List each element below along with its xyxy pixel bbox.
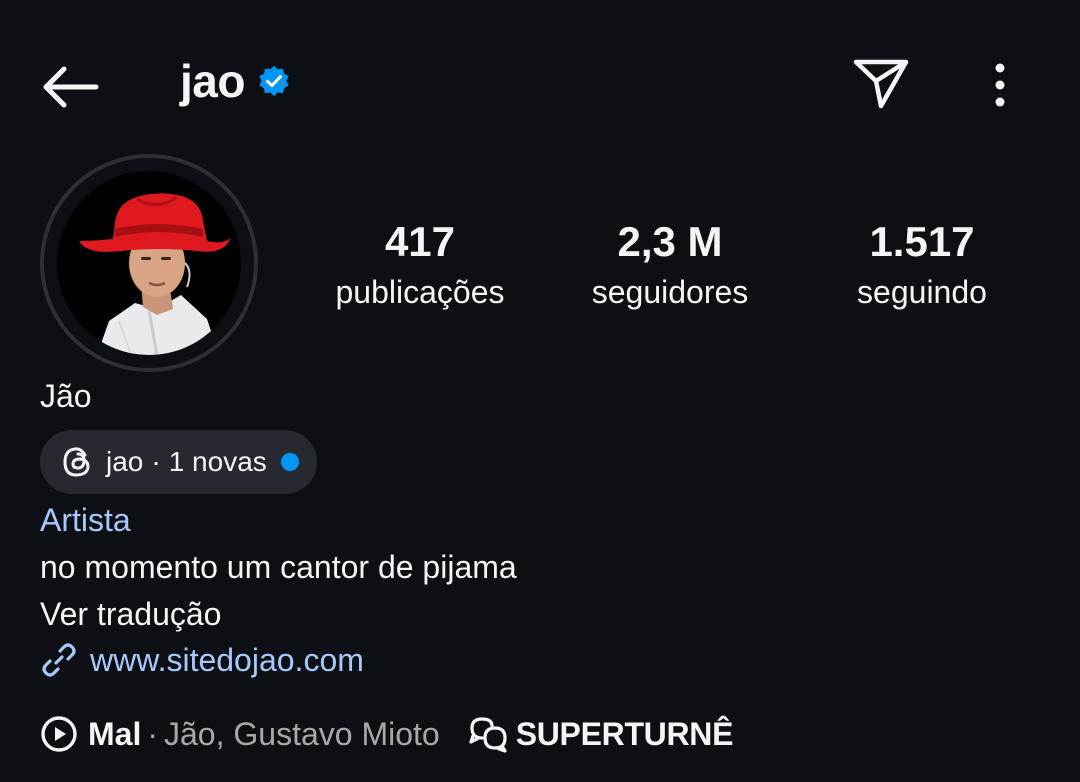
link-icon: [42, 643, 76, 677]
profile-username-header: jao: [180, 54, 291, 108]
chat-bubbles-icon: [469, 717, 507, 753]
bio-text: no momento um cantor de pijama: [40, 549, 517, 585]
tour-button[interactable]: SUPERTURNÊ: [468, 714, 733, 754]
display-name: Jão: [40, 378, 92, 414]
avatar[interactable]: [40, 154, 258, 372]
verified-badge-icon: [259, 65, 289, 97]
send-message-button[interactable]: [850, 54, 912, 112]
new-indicator-dot: [280, 453, 299, 471]
posts-count[interactable]: 417 publicações: [310, 214, 530, 314]
following-count[interactable]: 1.517 seguindo: [812, 214, 1032, 314]
back-button[interactable]: [38, 60, 102, 114]
more-options-button[interactable]: [980, 60, 1020, 110]
threads-new-count: 1 novas: [168, 446, 267, 477]
song-separator: ·: [147, 715, 158, 752]
followers-count[interactable]: 2,3 M seguidores: [560, 214, 780, 314]
threads-separator: ·: [151, 446, 161, 477]
more-vertical-icon: [995, 63, 1005, 107]
posts-count-label: publicações: [335, 274, 505, 310]
music-row: Mal · Jão, Gustavo Mioto SUPERTURNÊ: [40, 712, 733, 756]
see-translation-link[interactable]: Ver tradução: [40, 594, 221, 634]
followers-count-value: 2,3 M: [617, 218, 723, 265]
profile-photo: [57, 171, 241, 355]
threads-badge-button[interactable]: jao · 1 novas: [40, 430, 317, 494]
tour-label: SUPERTURNÊ: [515, 715, 734, 752]
category-label: Artista: [40, 502, 131, 538]
play-circle-icon[interactable]: [40, 715, 78, 753]
website-link-text: www.sitedojao.com: [90, 642, 364, 678]
page-title: jao: [180, 55, 245, 107]
posts-count-value: 417: [384, 218, 456, 265]
website-link[interactable]: www.sitedojao.com: [40, 640, 364, 680]
song-title[interactable]: Mal: [88, 716, 141, 753]
top-bar: jao: [0, 0, 1080, 170]
followers-count-label: seguidores: [591, 274, 749, 310]
following-count-label: seguindo: [857, 274, 987, 310]
threads-icon: [63, 447, 90, 477]
paper-plane-icon: [853, 59, 909, 109]
arrow-left-icon: [43, 66, 99, 108]
following-count-value: 1.517: [869, 218, 975, 265]
threads-username: jao: [106, 446, 144, 477]
song-artists: Jão, Gustavo Mioto: [164, 715, 440, 752]
